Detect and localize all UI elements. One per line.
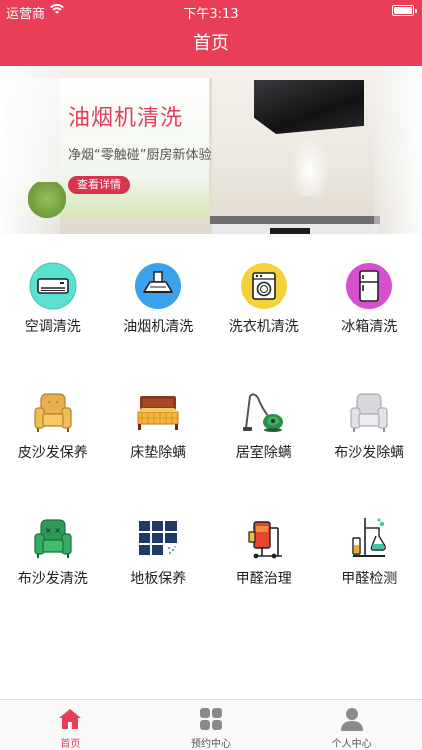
service-formaldehyde-test[interactable]: 甲醛检测 xyxy=(317,486,422,612)
banner-curtain-right xyxy=(374,66,422,234)
washing-machine-icon xyxy=(240,262,288,310)
service-label: 冰箱清洗 xyxy=(341,319,398,335)
banner-range-hood-image xyxy=(254,80,364,134)
range-hood-icon xyxy=(134,262,182,310)
service-air-conditioner[interactable]: 空调清洗 xyxy=(0,234,106,360)
battery-icon xyxy=(392,5,417,16)
service-label: 油烟机清洗 xyxy=(123,319,194,335)
fridge-icon xyxy=(345,262,393,310)
page-title: 首页 xyxy=(0,22,422,66)
service-range-hood[interactable]: 油烟机清洗 xyxy=(106,234,212,360)
status-bar: 运营商 下午3:13 xyxy=(0,0,422,22)
formaldehyde-machine-icon xyxy=(240,514,288,562)
service-washing-machine[interactable]: 洗衣机清洗 xyxy=(211,234,317,360)
grid-icon xyxy=(198,706,224,732)
service-label: 布沙发除螨 xyxy=(334,445,405,461)
service-label: 居室除螨 xyxy=(235,445,292,461)
service-label: 床垫除螨 xyxy=(130,445,187,461)
lab-flask-icon xyxy=(345,514,393,562)
service-label: 甲醛治理 xyxy=(235,571,292,587)
view-details-button[interactable]: 查看详情 xyxy=(68,176,130,194)
tab-home[interactable]: 首页 xyxy=(0,700,141,750)
tab-profile[interactable]: 个人中心 xyxy=(281,700,422,750)
banner-subtitle: 净烟“零触碰”厨房新体验 xyxy=(68,148,212,163)
home-icon xyxy=(57,706,83,732)
service-fabric-sofa-cleaning[interactable]: × × 布沙发清洗 xyxy=(0,486,106,612)
service-label: 甲醛检测 xyxy=(341,571,398,587)
promo-banner[interactable]: 油烟机清洗 净烟“零触碰”厨房新体验 查看详情 xyxy=(0,66,422,234)
banner-title: 油烟机清洗 xyxy=(68,106,184,131)
service-room-mite[interactable]: 居室除螨 xyxy=(211,360,317,486)
banner-steam-image xyxy=(290,136,330,196)
user-icon xyxy=(339,706,365,732)
service-label: 地板保养 xyxy=(130,571,187,587)
fabric-sofa-icon xyxy=(345,388,393,436)
air-conditioner-icon xyxy=(29,262,77,310)
service-grid: 空调清洗 油烟机清洗 洗衣机清洗 冰箱清洗 皮沙发保养 床垫除螨 居室除螨 布沙… xyxy=(0,234,422,612)
tab-label: 首页 xyxy=(60,739,81,750)
tab-label: 个人中心 xyxy=(331,739,372,750)
service-fabric-sofa-mite[interactable]: 布沙发除螨 xyxy=(317,360,422,486)
service-label: 空调清洗 xyxy=(24,319,81,335)
service-label: 布沙发清洗 xyxy=(17,571,88,587)
tab-bar: 首页 预约中心 个人中心 xyxy=(0,699,422,750)
leather-sofa-icon xyxy=(29,388,77,436)
tab-label: 预约中心 xyxy=(191,739,231,750)
tab-booking[interactable]: 预约中心 xyxy=(141,700,282,750)
service-label: 洗衣机清洗 xyxy=(228,319,299,335)
vacuum-icon xyxy=(240,388,288,436)
banner-plant-image xyxy=(28,182,66,224)
service-label: 皮沙发保养 xyxy=(17,445,88,461)
svg-text:× ×: × × xyxy=(45,526,61,535)
floor-tiles-icon xyxy=(134,514,182,562)
service-fridge[interactable]: 冰箱清洗 xyxy=(317,234,422,360)
service-floor[interactable]: 地板保养 xyxy=(106,486,212,612)
green-sofa-icon: × × xyxy=(29,514,77,562)
service-leather-sofa[interactable]: 皮沙发保养 xyxy=(0,360,106,486)
banner-counter-image xyxy=(210,216,380,224)
status-time: 下午3:13 xyxy=(183,7,239,22)
service-bed[interactable]: 床垫除螨 xyxy=(106,360,212,486)
bed-icon xyxy=(134,388,182,436)
service-formaldehyde-removal[interactable]: 甲醛治理 xyxy=(211,486,317,612)
